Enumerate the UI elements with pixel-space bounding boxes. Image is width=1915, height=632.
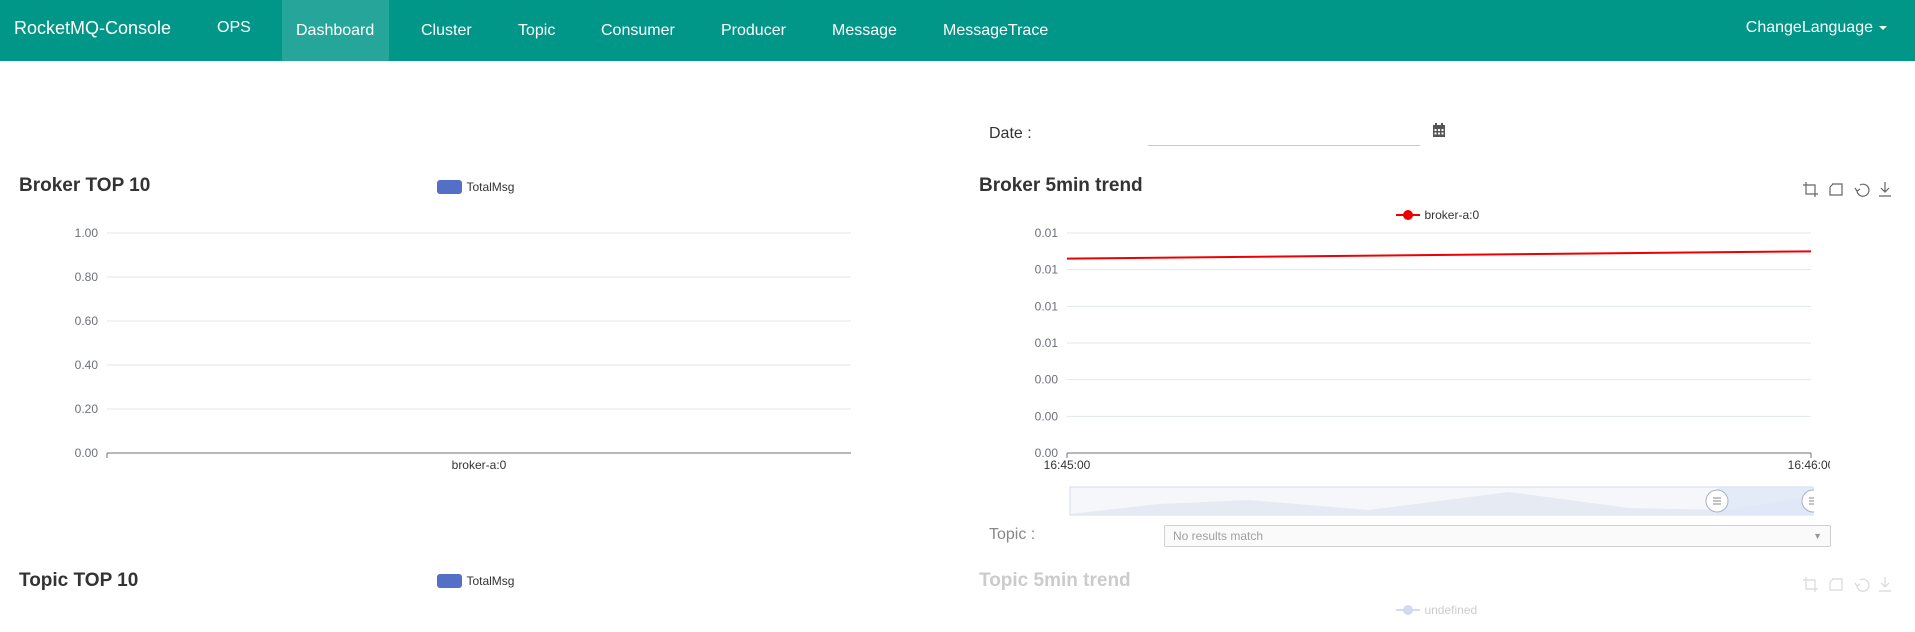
topic-chart-toolbox [1800, 574, 1912, 599]
nav-topic[interactable]: Topic [504, 0, 569, 61]
change-language-dropdown[interactable]: ChangeLanguage [1746, 0, 1887, 55]
y-tick-label: 0.00 [1035, 409, 1059, 423]
legend-swatch [437, 573, 462, 588]
nav-producer[interactable]: Producer [707, 0, 800, 61]
broker-top10-legend[interactable]: TotalMsg [437, 178, 514, 196]
zoom-reset-icon[interactable] [1829, 578, 1843, 591]
y-tick-label: 0.01 [1035, 299, 1059, 313]
top-navbar: RocketMQ-Console OPS Dashboard Cluster T… [0, 0, 1915, 61]
y-tick-label: 0.00 [75, 446, 99, 460]
legend-line-marker [1396, 604, 1420, 615]
legend-label: undefined [1424, 603, 1478, 617]
broker-trend-chart: 0.000.000.000.010.010.010.0116:45:00 16:4… [1035, 226, 1830, 472]
zoom-window[interactable] [1717, 487, 1813, 515]
y-tick-label: 0.20 [75, 402, 99, 416]
y-tick-label: 0.80 [75, 270, 99, 284]
series-line [1066, 250, 1812, 260]
dropdown-arrow-icon: ▼ [1813, 531, 1822, 541]
date-input[interactable] [1148, 122, 1420, 146]
y-tick-label: 0.01 [1035, 263, 1059, 277]
y-tick-label: 0.01 [1035, 226, 1059, 240]
x-tick-label: 16:46:00 [1788, 458, 1830, 472]
nav-messagetrace[interactable]: MessageTrace [929, 0, 1062, 61]
data-zoom-slider[interactable] [1069, 486, 1825, 516]
nav-cluster[interactable]: Cluster [407, 0, 486, 61]
legend-label: TotalMsg [466, 574, 515, 588]
nav-dashboard[interactable]: Dashboard [282, 0, 389, 61]
zoom-handle-left[interactable] [1705, 489, 1729, 513]
broker-top10-title: Broker TOP 10 [19, 175, 151, 196]
legend-swatch [437, 179, 462, 194]
nav-message[interactable]: Message [818, 0, 911, 61]
zoom-icon[interactable] [1803, 182, 1818, 197]
topic-trend-legend[interactable]: undefined [1396, 601, 1477, 619]
topic-top10-legend[interactable]: TotalMsg [437, 572, 514, 590]
y-tick-label: 0.60 [75, 314, 99, 328]
topic-label: Topic : [989, 526, 1036, 543]
date-label: Date : [989, 125, 1032, 142]
chevron-down-icon [1879, 25, 1887, 30]
y-tick-label: 0.00 [1035, 373, 1059, 387]
download-icon[interactable] [1879, 577, 1891, 592]
chart-toolbox [1800, 179, 1912, 204]
nav-ops[interactable]: OPS [203, 0, 265, 61]
calendar-icon[interactable] [1432, 123, 1446, 138]
change-language-label: ChangeLanguage [1745, 19, 1873, 36]
topic-select-placeholder: No results match [1173, 529, 1264, 543]
x-tick-label: 16:45:00 [1044, 458, 1091, 472]
topic-trend-title: Topic 5min trend [979, 570, 1131, 591]
x-tick-label: broker-a:0 [452, 458, 507, 472]
y-tick-label: 0.40 [75, 358, 99, 372]
topic-top10-title: Topic TOP 10 [19, 570, 139, 591]
zoom-icon[interactable] [1803, 577, 1818, 592]
legend-label: TotalMsg [466, 180, 515, 194]
brand-logo[interactable]: RocketMQ-Console [14, 18, 171, 39]
broker-trend-title: Broker 5min trend [979, 175, 1143, 196]
restore-icon[interactable] [1854, 578, 1870, 592]
nav-consumer[interactable]: Consumer [587, 0, 689, 61]
zoom-reset-icon[interactable] [1829, 183, 1843, 196]
y-tick-label: 0.01 [1035, 336, 1059, 350]
restore-icon[interactable] [1854, 183, 1870, 197]
download-icon[interactable] [1879, 182, 1891, 197]
broker-top10-chart: 0.00 0.20 0.40 0.60 0.80 1.00 broker-a:0 [75, 226, 851, 472]
topic-select[interactable]: No results match ▼ [1164, 525, 1831, 547]
y-tick-label: 1.00 [75, 226, 99, 240]
